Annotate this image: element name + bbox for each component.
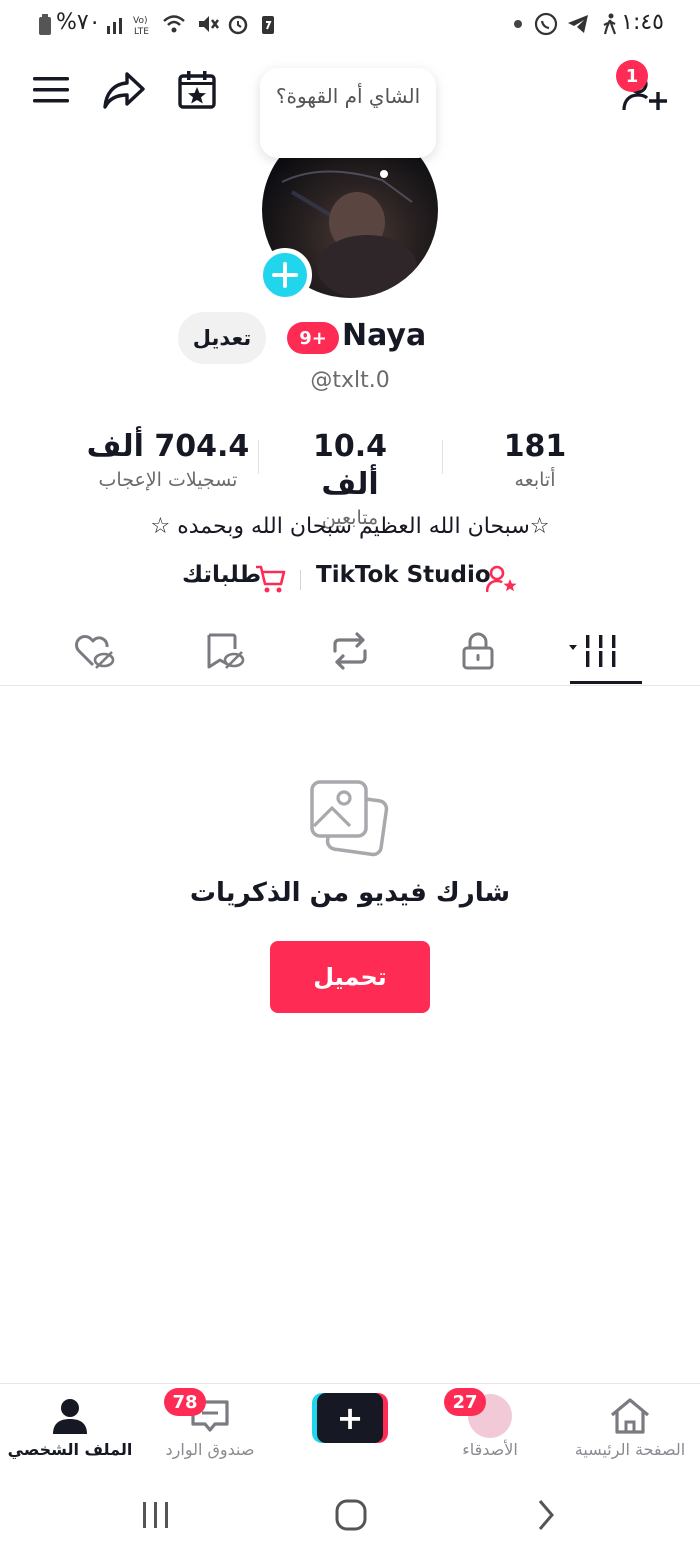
mute-icon: [199, 16, 219, 32]
tab-private[interactable]: [438, 616, 518, 686]
volte-icon: Vo)LTE: [133, 16, 149, 36]
whatsapp-icon: [534, 12, 558, 36]
nav-home-label: الصفحة الرئيسية: [574, 1440, 686, 1459]
tab-favorites[interactable]: [184, 616, 264, 686]
create-plus-icon: +: [317, 1393, 383, 1443]
svg-text:LTE: LTE: [134, 27, 149, 36]
friends-badge: 27: [444, 1388, 486, 1416]
content-tabs: [0, 616, 700, 686]
tiktok-studio-link[interactable]: TikTok Studio: [316, 562, 491, 588]
share-profile-button[interactable]: [100, 68, 148, 112]
nav-profile-label: الملف الشخصي: [7, 1440, 133, 1459]
empty-state-message: شارك فيديو من الذكريات: [189, 878, 511, 908]
battery-percent: %٧٠: [56, 10, 101, 35]
profile-links: TikTok Studio طلباتك: [0, 558, 700, 598]
hamburger-menu-icon: [33, 77, 69, 103]
active-tab-indicator: [570, 681, 642, 684]
likes-label: تسجيلات الإعجاب: [98, 469, 238, 491]
inbox-badge: 78: [164, 1388, 206, 1416]
recents-icon[interactable]: [138, 1498, 174, 1532]
upload-button[interactable]: تحميل: [270, 941, 430, 1013]
following-stat[interactable]: 181 أتابعه: [480, 428, 590, 494]
nav-friends[interactable]: الأصدقاء 27: [420, 1384, 560, 1476]
photos-icon: [310, 780, 389, 857]
grid-bars-icon: [569, 635, 618, 667]
profile-handle: @txlt.0: [310, 368, 390, 393]
lock-icon: [462, 632, 494, 670]
notification-dot-icon: [514, 20, 522, 28]
stat-divider: [442, 440, 443, 474]
create-button[interactable]: +: [312, 1393, 388, 1443]
bookmark-hidden-icon: [207, 633, 245, 669]
nav-inbox[interactable]: صندوق الوارد 78: [140, 1384, 280, 1476]
back-chevron-icon[interactable]: [530, 1496, 560, 1534]
events-button[interactable]: [174, 68, 220, 112]
home-icon: [610, 1398, 650, 1434]
tab-reposts[interactable]: [310, 616, 390, 686]
telegram-icon: [568, 15, 588, 33]
plus-icon: [272, 262, 298, 288]
repost-icon: [333, 632, 367, 670]
nav-profile[interactable]: الملف الشخصي: [0, 1384, 140, 1476]
home-circle-icon[interactable]: [332, 1496, 370, 1534]
followers-count: 10.4 ألف: [312, 429, 388, 502]
walking-icon: [603, 13, 617, 35]
following-label: أتابعه: [514, 469, 556, 491]
avatar-add-button[interactable]: [258, 248, 312, 302]
share-arrow-icon: [103, 72, 145, 109]
status-time: ١:٤٥: [621, 10, 664, 35]
svg-text:Vo): Vo): [133, 16, 147, 26]
wifi-icon: [163, 15, 185, 33]
edit-profile-button[interactable]: تعديل: [178, 312, 266, 364]
status-bar: %٧٠ Vo) LTE ١:٤٥: [0, 0, 700, 50]
system-nav-bar: [0, 1476, 700, 1560]
nav-inbox-label: صندوق الوارد: [165, 1440, 255, 1459]
heart-hidden-icon: [75, 635, 115, 669]
following-count: 181: [503, 429, 567, 464]
tab-liked[interactable]: [54, 616, 134, 686]
profile-bio: ☆سبحان الله العظيم سبحان الله وبحمده ☆: [150, 514, 550, 539]
links-divider: [300, 570, 301, 590]
stat-divider: [258, 440, 259, 474]
tab-videos[interactable]: [556, 616, 636, 686]
likes-stat[interactable]: 704.4 ألف تسجيلات الإعجاب: [78, 428, 258, 494]
menu-button[interactable]: [28, 70, 74, 110]
calendar-star-icon: [178, 71, 216, 109]
nav-friends-label: الأصدقاء: [462, 1440, 518, 1459]
friend-requests-badge: 1: [616, 60, 648, 92]
profile-icon: [53, 1399, 87, 1434]
nav-home[interactable]: الصفحة الرئيسية: [560, 1384, 700, 1476]
battery-icon: [39, 14, 51, 35]
signal-icon: [107, 18, 122, 34]
alarm-icon: [228, 15, 248, 35]
orders-link[interactable]: طلباتك: [182, 562, 261, 588]
profile-name: Naya: [342, 318, 427, 353]
note-bubble[interactable]: الشاي أم القهوة؟: [260, 68, 436, 158]
level-badge[interactable]: 9+: [287, 322, 339, 354]
user-star-icon: [486, 565, 517, 593]
likes-count: 704.4 ألف: [86, 429, 250, 464]
battery-saver-icon: [262, 16, 274, 34]
